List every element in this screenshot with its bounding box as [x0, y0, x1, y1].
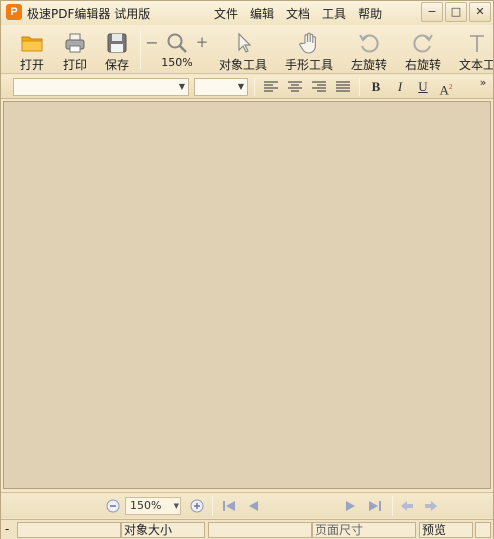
status-panel-empty — [17, 522, 121, 538]
nav-separator — [212, 496, 213, 516]
hand-tool-button[interactable]: 手形工具 — [283, 27, 335, 73]
nav-separator — [392, 496, 393, 516]
minimize-button[interactable]: − — [421, 2, 443, 22]
zoom-level-label: 150% — [161, 56, 193, 69]
underline-button[interactable]: U — [412, 78, 434, 96]
zoom-in-label: + — [195, 33, 209, 51]
align-left-icon — [264, 81, 278, 92]
menu-edit[interactable]: 编辑 — [250, 5, 274, 22]
last-page-icon[interactable] — [367, 498, 383, 514]
rotate-left-icon — [359, 34, 379, 53]
navigation-bar: 150% ▼ — [1, 492, 493, 518]
menu-file[interactable]: 文件 — [214, 5, 238, 22]
zoom-out-label: − — [145, 33, 159, 52]
history-forward-icon[interactable] — [423, 498, 439, 514]
status-resize-grip[interactable] — [475, 522, 491, 538]
main-toolbar: 打开 打印 保存 − 150% + 对象工具 手形工具 左旋转 右旋转 文本工 — [1, 25, 493, 74]
chevron-down-icon: ▼ — [178, 82, 186, 91]
status-dash: - — [5, 522, 10, 536]
maximize-button[interactable]: □ — [445, 2, 467, 22]
zoom-select[interactable]: 150% ▼ — [125, 497, 181, 515]
magnifier-icon — [167, 33, 187, 53]
text-tool-label: 文本工 — [458, 58, 493, 72]
rotate-left-button[interactable]: 左旋转 — [349, 27, 389, 73]
zoom-out-circle-icon[interactable] — [105, 498, 121, 514]
history-back-icon[interactable] — [399, 498, 415, 514]
italic-button[interactable]: I — [389, 78, 411, 96]
format-separator — [359, 78, 360, 96]
app-logo: P — [6, 4, 22, 20]
print-button[interactable]: 打印 — [56, 27, 94, 73]
menu-document[interactable]: 文档 — [286, 5, 310, 22]
open-label: 打开 — [19, 58, 44, 72]
rotate-left-label: 左旋转 — [350, 58, 387, 72]
align-center-icon — [288, 81, 302, 92]
toolbar-separator — [140, 29, 141, 69]
align-center-button[interactable] — [284, 78, 306, 96]
previous-page-icon[interactable] — [245, 498, 261, 514]
text-t-icon — [470, 35, 484, 52]
font-family-select[interactable]: ▼ — [13, 78, 189, 96]
zoom-widget[interactable]: 150% — [161, 27, 193, 73]
bold-button[interactable]: B — [365, 78, 387, 96]
hand-icon — [299, 32, 316, 54]
zoom-select-value: 150% — [130, 499, 162, 512]
rotate-right-label: 右旋转 — [404, 58, 441, 72]
align-justify-button[interactable] — [332, 78, 354, 96]
align-right-icon — [312, 81, 326, 92]
app-title: 极速PDF编辑器 试用版 — [27, 7, 151, 21]
status-bar: - 对象大小 页面尺寸 预览 — [1, 519, 493, 539]
floppy-disk-icon — [107, 33, 127, 53]
format-toolbar: ▼ ▼ B I U A2 » — [1, 75, 493, 99]
print-label: 打印 — [62, 58, 87, 72]
zoom-in-button[interactable]: + — [194, 27, 210, 73]
align-right-button[interactable] — [308, 78, 330, 96]
status-page-size: 页面尺寸 — [312, 522, 416, 538]
cursor-arrow-icon — [238, 32, 252, 53]
menu-help[interactable]: 帮助 — [358, 5, 382, 22]
format-separator — [254, 78, 255, 96]
rotate-right-icon — [413, 34, 433, 53]
folder-icon — [21, 36, 43, 52]
align-justify-icon — [336, 81, 350, 92]
overflow-chevron-icon: » — [479, 76, 487, 89]
format-overflow-button[interactable]: » — [475, 76, 491, 96]
zoom-out-button[interactable]: − — [144, 27, 160, 73]
close-button[interactable]: ✕ — [469, 2, 491, 22]
save-button[interactable]: 保存 — [98, 27, 136, 73]
status-object-size: 对象大小 — [121, 522, 205, 538]
title-bar: P 极速PDF编辑器 试用版 文件 编辑 文档 工具 帮助 − □ ✕ — [1, 1, 493, 25]
object-tool-button[interactable]: 对象工具 — [217, 27, 269, 73]
save-label: 保存 — [104, 58, 129, 72]
first-page-icon[interactable] — [221, 498, 237, 514]
open-button[interactable]: 打开 — [13, 27, 51, 73]
chevron-down-icon: ▼ — [173, 502, 179, 510]
object-tool-label: 对象工具 — [218, 58, 267, 72]
chevron-down-icon: ▼ — [237, 82, 245, 91]
status-preview: 预览 — [419, 522, 473, 538]
next-page-icon[interactable] — [343, 498, 359, 514]
window-controls: − □ ✕ — [421, 2, 491, 22]
menu-bar: 文件 编辑 文档 工具 帮助 — [214, 5, 394, 22]
superscript-mark: 2 — [448, 83, 453, 91]
text-tool-button[interactable]: 文本工 — [457, 27, 493, 73]
superscript-button[interactable]: A2 — [435, 78, 457, 98]
rotate-right-button[interactable]: 右旋转 — [403, 27, 443, 73]
hand-tool-label: 手形工具 — [284, 58, 333, 72]
status-panel-empty-2 — [208, 522, 312, 538]
printer-icon — [65, 33, 85, 53]
app-window: P 极速PDF编辑器 试用版 文件 编辑 文档 工具 帮助 − □ ✕ 打开 打… — [0, 0, 494, 539]
menu-tools[interactable]: 工具 — [322, 5, 346, 22]
superscript-letter: A — [439, 82, 449, 98]
zoom-in-circle-icon[interactable] — [189, 498, 205, 514]
align-left-button[interactable] — [260, 78, 282, 96]
font-size-select[interactable]: ▼ — [194, 78, 248, 96]
document-canvas[interactable] — [3, 101, 491, 489]
